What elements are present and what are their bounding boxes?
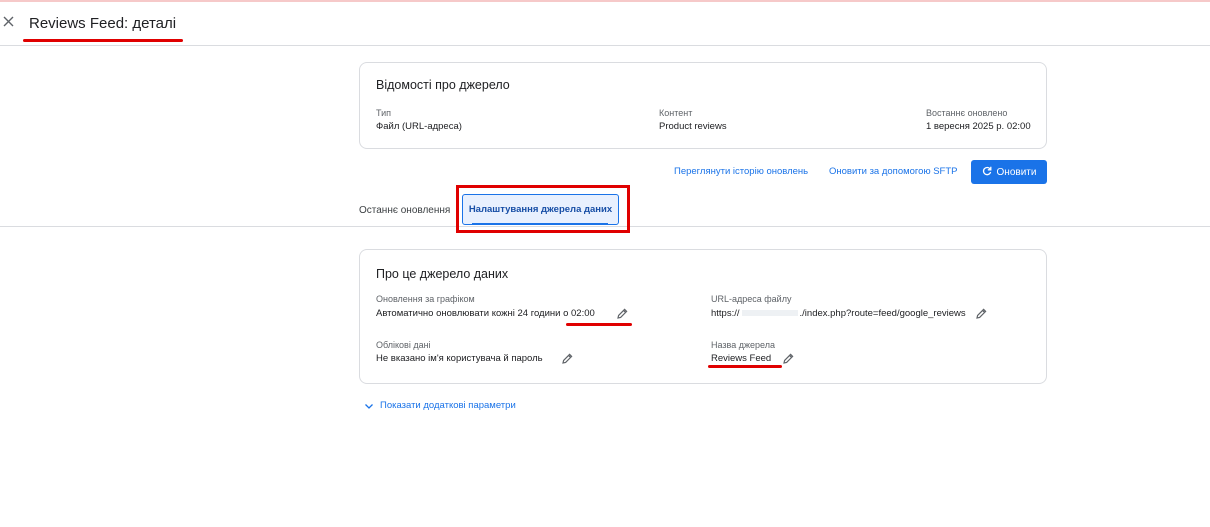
- about-source-card: Про це джерело даних Оновлення за графік…: [359, 249, 1047, 384]
- close-icon[interactable]: [2, 13, 16, 29]
- show-more-params-label: Показати додаткові параметри: [380, 400, 516, 411]
- edit-url-pencil-icon[interactable]: [975, 307, 988, 320]
- last-updated-label: Востаннє оновлено: [926, 108, 1008, 118]
- source-info-card: Відомості про джерело Тип Файл (URL-адре…: [359, 62, 1047, 149]
- file-url-prefix: https://: [711, 308, 740, 319]
- schedule-value: Автоматично оновлювати кожні 24 години о…: [376, 308, 595, 319]
- last-updated-value: 1 вересня 2025 р. 02:00: [926, 121, 1031, 132]
- file-url-redacted: [741, 310, 798, 316]
- view-history-link[interactable]: Переглянути історію оновлень: [674, 166, 808, 177]
- refresh-button-label: Оновити: [996, 166, 1037, 178]
- source-name-label: Назва джерела: [711, 340, 775, 350]
- credentials-label: Облікові дані: [376, 340, 431, 350]
- show-more-params[interactable]: Показати додаткові параметри: [364, 400, 516, 411]
- type-value: Файл (URL-адреса): [376, 121, 462, 132]
- file-url-value: https:// ./index.php?route=feed/google_re…: [711, 308, 966, 319]
- content-value: Product reviews: [659, 121, 727, 132]
- file-url-label: URL-адреса файлу: [711, 294, 792, 304]
- edit-credentials-pencil-icon[interactable]: [561, 352, 574, 365]
- page: Reviews Feed: деталі Відомості про джере…: [0, 0, 1210, 527]
- refresh-icon: [982, 166, 992, 179]
- credentials-value: Не вказано ім'я користувача й пароль: [376, 353, 543, 364]
- page-title: Reviews Feed: деталі: [29, 15, 177, 32]
- refresh-button[interactable]: Оновити: [971, 160, 1047, 184]
- active-tab-indicator: [472, 223, 608, 225]
- source-name-value: Reviews Feed: [711, 353, 772, 364]
- tabs-divider: [0, 226, 1210, 227]
- chevron-down-icon: [365, 403, 373, 409]
- tab-recent-update[interactable]: Останнє оновлення: [359, 205, 450, 216]
- type-label: Тип: [376, 108, 392, 118]
- source-info-title: Відомості про джерело: [376, 78, 510, 92]
- update-sftp-link[interactable]: Оновити за допомогою SFTP: [829, 166, 958, 177]
- edit-schedule-pencil-icon[interactable]: [616, 307, 629, 320]
- content-label: Контент: [659, 108, 693, 118]
- header-bar: Reviews Feed: деталі: [0, 2, 1210, 46]
- file-url-suffix: ./index.php?route=feed/google_reviews: [799, 308, 966, 319]
- tab-source-settings[interactable]: Налаштування джерела даних: [462, 194, 619, 225]
- about-source-title: Про це джерело даних: [376, 267, 509, 281]
- edit-name-pencil-icon[interactable]: [782, 352, 795, 365]
- schedule-label: Оновлення за графіком: [376, 294, 475, 304]
